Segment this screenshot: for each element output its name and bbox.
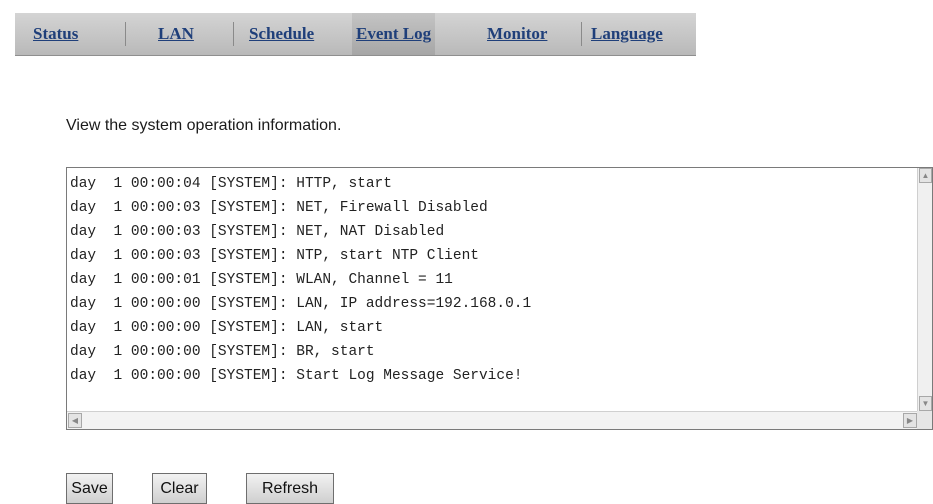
log-lines: day 1 00:00:04 [SYSTEM]: HTTP, start day… [70,172,916,411]
save-button[interactable]: Save [66,473,113,504]
log-line: day 1 00:00:03 [SYSTEM]: NET, NAT Disabl… [70,224,445,240]
horizontal-scrollbar[interactable]: ◀ ▶ [67,411,917,429]
log-line: day 1 00:00:03 [SYSTEM]: NTP, start NTP … [70,248,479,264]
vertical-scrollbar[interactable]: ▲ ▼ [917,168,932,411]
scroll-corner [917,411,932,429]
log-line: day 1 00:00:00 [SYSTEM]: BR, start [70,344,375,360]
arrow-down-icon[interactable]: ▼ [919,396,932,411]
arrow-up-icon[interactable]: ▲ [919,168,932,183]
clear-button[interactable]: Clear [152,473,207,504]
log-line: day 1 00:00:00 [SYSTEM]: LAN, IP address… [70,296,532,312]
tab-event-log[interactable]: Event Log [352,13,436,55]
tab-language[interactable]: Language [591,13,663,55]
log-line: day 1 00:00:03 [SYSTEM]: NET, Firewall D… [70,200,488,216]
tab-separator [125,22,126,46]
tab-separator [581,22,582,46]
log-line: day 1 00:00:04 [SYSTEM]: HTTP, start [70,176,392,192]
tab-lan[interactable]: LAN [158,13,194,55]
tab-status[interactable]: Status [33,13,78,55]
log-line: day 1 00:00:00 [SYSTEM]: LAN, start [70,320,384,336]
page-description: View the system operation information. [66,117,342,134]
arrow-left-icon[interactable]: ◀ [68,413,82,428]
arrow-right-icon[interactable]: ▶ [903,413,917,428]
event-log-box[interactable]: day 1 00:00:04 [SYSTEM]: HTTP, start day… [66,167,933,430]
log-line: day 1 00:00:01 [SYSTEM]: WLAN, Channel =… [70,272,453,288]
log-line: day 1 00:00:00 [SYSTEM]: Start Log Messa… [70,368,523,384]
tab-schedule[interactable]: Schedule [249,13,314,55]
tab-separator [233,22,234,46]
tab-monitor[interactable]: Monitor [487,13,547,55]
tab-bar: Status LAN Schedule Event Log Monitor La… [15,13,696,56]
refresh-button[interactable]: Refresh [246,473,334,504]
